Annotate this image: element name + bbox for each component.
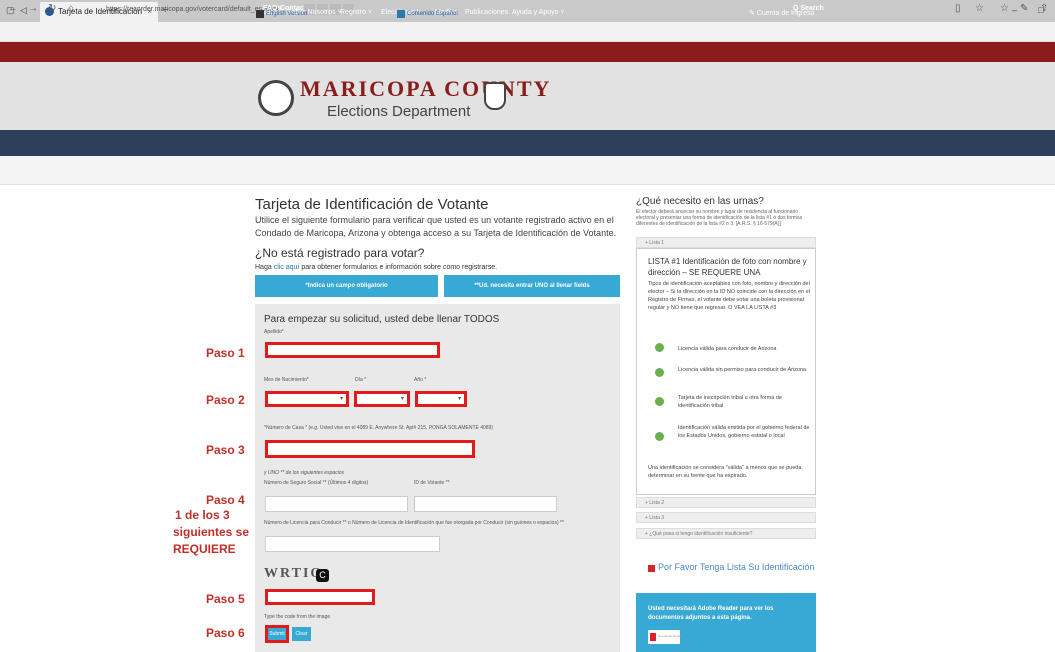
list-item: Tarjeta de inscripción tribal u otra for… bbox=[678, 395, 782, 409]
nav-registro[interactable]: Registro ˅ bbox=[340, 9, 372, 16]
chevron-down-icon: ▾ bbox=[339, 396, 343, 402]
list-item: Identificación válida emitida por el gob… bbox=[678, 425, 810, 439]
home-icon[interactable]: ⌂ bbox=[68, 3, 74, 14]
favorite-star-icon[interactable]: ☆ bbox=[975, 3, 984, 14]
sidebar-title: ¿Qué necesito en las urnas? bbox=[636, 196, 764, 207]
paso-6-label: Paso 6 bbox=[206, 626, 245, 640]
validity-note: Una identificación se considera "válida"… bbox=[648, 465, 802, 479]
page-title: Tarjeta de Identificación de Votante bbox=[255, 196, 489, 213]
uno-label: y UNO ** de los siguientes espacios bbox=[264, 470, 345, 476]
main-nav bbox=[0, 130, 1055, 156]
adobe-reader-text: Usted necesitará Adobe Reader para ver l… bbox=[648, 606, 774, 621]
language-bar bbox=[0, 156, 1055, 185]
casa-input[interactable] bbox=[265, 440, 475, 458]
apellido-label: Apellido* bbox=[264, 329, 284, 335]
favorites-icon[interactable]: ☆ bbox=[1000, 3, 1009, 14]
notes-icon[interactable]: ✎ bbox=[1020, 3, 1028, 14]
paso-5-label: Paso 5 bbox=[206, 592, 245, 606]
license-label: Número de Licencia para Conducir ** o Nú… bbox=[264, 520, 564, 526]
spanish-flag-icon bbox=[397, 10, 405, 18]
back-icon[interactable]: ← bbox=[8, 3, 18, 14]
address-bar bbox=[0, 22, 1055, 42]
spanish-version-link[interactable]: Contenido Español bbox=[407, 11, 458, 17]
voter-id-label: ID de Votante ** bbox=[414, 480, 450, 486]
get-adobe-reader-label: Get Adobe Reader bbox=[658, 634, 683, 638]
nav-publicaciones[interactable]: Publicaciones bbox=[465, 9, 508, 16]
type-code-label: Type the code from the image bbox=[264, 614, 331, 620]
list-item: Licencia válida sin permiso para conduci… bbox=[678, 367, 807, 373]
anio-select[interactable]: ▾ bbox=[415, 391, 467, 407]
uno-line-3: REQUIERE bbox=[173, 542, 236, 556]
top-red-bar bbox=[0, 42, 1055, 62]
apellido-input[interactable] bbox=[265, 342, 440, 358]
dia-select[interactable]: ▾ bbox=[354, 391, 410, 407]
lista-2-toggle[interactable]: + Lista 2 bbox=[636, 497, 816, 508]
login-link[interactable]: ✎ Cuenta de Ingreso bbox=[749, 9, 814, 17]
uno-line-2: siguientes se bbox=[173, 525, 250, 539]
refresh-icon[interactable]: ↻ bbox=[48, 3, 56, 14]
reading-view-icon[interactable]: ▯ bbox=[955, 3, 961, 14]
haga-text: Haga bbox=[255, 264, 272, 271]
anio-label: Año * bbox=[414, 377, 427, 383]
haga-rest-text: para obtener formularios e información s… bbox=[301, 264, 498, 271]
dia-label: Día * bbox=[355, 377, 367, 383]
brand-subtitle: Elections Department bbox=[327, 103, 471, 120]
lista-3-toggle[interactable]: + Lista 3 bbox=[636, 512, 816, 523]
captcha-refresh-icon[interactable]: C bbox=[316, 569, 329, 582]
check-icon bbox=[655, 343, 664, 352]
form-title: Para empezar su solicitud, usted debe ll… bbox=[264, 314, 500, 325]
english-flag-icon bbox=[256, 10, 264, 18]
intro-text: Utilice el siguiente formulario para ver… bbox=[255, 215, 617, 238]
check-icon bbox=[655, 368, 664, 377]
check-icon bbox=[655, 397, 664, 406]
captcha-image: WRTIQ bbox=[264, 566, 324, 581]
required-field-button[interactable]: *Indica un campo obligatorio bbox=[255, 275, 438, 297]
share-icon[interactable]: ⇪ bbox=[1040, 3, 1048, 14]
list-item: Licencia válida para conducir de Arizona bbox=[678, 346, 777, 352]
paso-4-label: Paso 4 bbox=[206, 493, 245, 507]
mes-label: Mes de Nacimiento* bbox=[264, 377, 309, 383]
paso-1-label: Paso 1 bbox=[206, 346, 245, 360]
captcha-input[interactable] bbox=[265, 589, 375, 605]
ss-label: Número de Seguro Social ** (Últimos 4 dí… bbox=[264, 480, 369, 486]
minimize-button[interactable]: – bbox=[1012, 5, 1017, 15]
mes-select[interactable]: ▾ bbox=[265, 391, 349, 407]
submit-button[interactable]: Submit bbox=[265, 625, 289, 643]
nav-ayuda[interactable]: Ayuda y Apoyo ˅ bbox=[512, 9, 565, 16]
sidebar-intro: El elector deberá anunciar su nombre y l… bbox=[636, 209, 803, 227]
id-ready-link[interactable]: Por Favor Tenga Lista Su Identificación bbox=[658, 562, 814, 572]
not-registered-heading: ¿No está registrado para votar? bbox=[255, 246, 425, 260]
clear-button[interactable]: Clear bbox=[292, 627, 311, 641]
check-icon bbox=[655, 432, 664, 441]
id-ready-icon bbox=[648, 565, 655, 572]
uno-line-1: 1 de los 3 bbox=[175, 508, 230, 522]
lista-1-text: Tipos de identificación aceptables con f… bbox=[648, 281, 811, 311]
casa-label: *Número de Casa * (e.g. Usted vive en el… bbox=[264, 425, 494, 431]
county-seal-logo[interactable] bbox=[258, 80, 294, 116]
click-here-link[interactable]: clic aquí bbox=[274, 264, 300, 271]
recorder-seal-logo bbox=[484, 82, 506, 110]
voter-id-input[interactable] bbox=[414, 496, 557, 512]
chevron-down-icon: ▾ bbox=[457, 396, 461, 402]
one-of-fields-button[interactable]: **Ud. necesita entrar UNO al llenar fiel… bbox=[444, 275, 620, 297]
forward-icon[interactable]: → bbox=[28, 3, 38, 14]
pdf-icon bbox=[650, 633, 656, 641]
license-input[interactable] bbox=[265, 536, 440, 552]
paso-2-label: Paso 2 bbox=[206, 393, 245, 407]
insufficient-id-toggle[interactable]: + ¿Qué pasa si tengo identificación insu… bbox=[636, 528, 816, 539]
english-version-link[interactable]: English Version bbox=[266, 11, 307, 17]
register-line: Haga clic aquí para obtener formularios … bbox=[255, 264, 497, 271]
get-adobe-reader-button[interactable]: Get Adobe Reader bbox=[648, 630, 683, 644]
paso-3-label: Paso 3 bbox=[206, 443, 245, 457]
chevron-down-icon: ▾ bbox=[400, 396, 404, 402]
lista-1-title: LISTA #1 Identificación de foto con nomb… bbox=[648, 257, 807, 277]
lista-1-toggle[interactable]: + Lista 1 bbox=[636, 237, 816, 248]
brand-title[interactable]: MARICOPA COUNTY bbox=[300, 76, 551, 102]
ss-input[interactable] bbox=[265, 496, 408, 512]
tab-list-icon[interactable]: ◁ bbox=[20, 5, 27, 16]
